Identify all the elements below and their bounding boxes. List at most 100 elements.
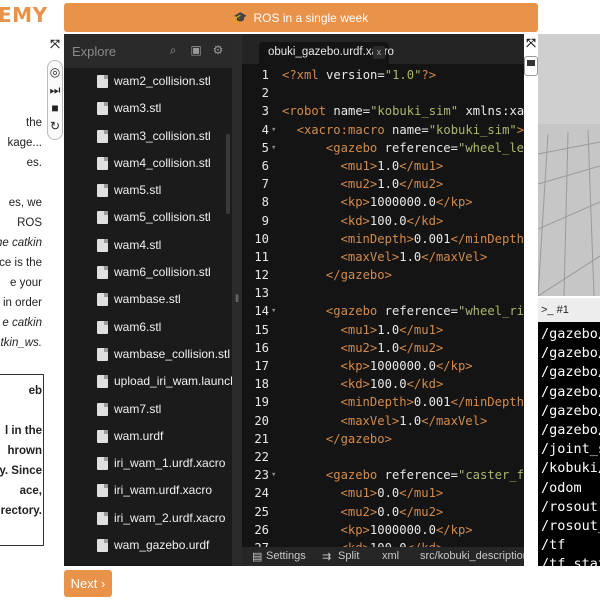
file-item[interactable]: wam6_collision.stl bbox=[64, 259, 232, 286]
line-number: 24 bbox=[254, 486, 269, 501]
course-title-banner[interactable]: 🎓 ROS in a single week bbox=[64, 3, 538, 32]
file-item[interactable]: iri_wam_2.urdf.xacro bbox=[64, 505, 232, 532]
lesson-text-line: es, we bbox=[8, 197, 42, 209]
terminal[interactable]: >_ #1 /gazebo//gazebo//gazebo//gazebo//g… bbox=[538, 298, 600, 566]
code-token: <kd> bbox=[340, 213, 370, 228]
briefcase-icon[interactable]: ▣ bbox=[189, 43, 203, 57]
split-icon[interactable]: ⇉ bbox=[322, 550, 331, 563]
file-icon bbox=[97, 266, 108, 280]
code-text: <robot name="kobuki_sim" xmlns:xacro="ht… bbox=[282, 104, 524, 118]
fold-arrow-icon[interactable]: ▾ bbox=[271, 143, 276, 153]
terminal-line: /gazebo/ bbox=[541, 364, 600, 381]
footer-bar: Next › bbox=[0, 566, 600, 600]
lesson-text-line: e catkin bbox=[2, 317, 42, 329]
file-icon bbox=[97, 238, 108, 252]
file-name: upload_iri_wam.launch bbox=[114, 374, 232, 389]
file-icon bbox=[97, 457, 108, 471]
stop-icon[interactable]: ■ bbox=[48, 101, 62, 115]
code-token: xmlns:xacro= bbox=[465, 104, 524, 119]
terminal-tab[interactable]: >_ #1 bbox=[541, 304, 569, 316]
next-button[interactable]: Next › bbox=[64, 570, 112, 597]
drag-handle-icon[interactable]: ‖ bbox=[235, 295, 239, 310]
panel-divider[interactable]: ‖ bbox=[232, 34, 242, 566]
line-number: 23 bbox=[254, 468, 269, 483]
code-token: <mu1> bbox=[340, 486, 378, 501]
code-line: 11 <maxVel>1.0</maxVel> bbox=[242, 249, 524, 267]
file-item[interactable]: wam5.stl bbox=[64, 177, 232, 204]
simulation-viewport[interactable] bbox=[538, 34, 600, 296]
editor-tab[interactable]: obuki_gazebo.urdf.xacro x bbox=[259, 42, 394, 64]
file-path: src/kobuki_description/urdf/kobuki_gazeb… bbox=[420, 550, 524, 562]
file-item[interactable]: wam4_collision.stl bbox=[64, 150, 232, 177]
code-token: 1.0 bbox=[377, 322, 400, 337]
file-item[interactable]: wam4.stl bbox=[64, 232, 232, 259]
code-text: </gazebo> bbox=[326, 268, 392, 282]
terminal-line: /rosout_ bbox=[541, 517, 600, 534]
settings-button[interactable]: Settings bbox=[266, 550, 306, 562]
file-icon bbox=[97, 320, 108, 334]
code-line: 10 <minDepth>0.001</minDepth> bbox=[242, 231, 524, 249]
file-item[interactable]: wam_gazebo.urdf bbox=[64, 532, 232, 559]
file-item[interactable]: wam3_collision.stl bbox=[64, 123, 232, 150]
file-name: wam4.stl bbox=[114, 237, 162, 252]
code-text: <gazebo reference="wheel_left_link" bbox=[326, 141, 524, 155]
monitor-icon[interactable] bbox=[524, 56, 538, 76]
file-icon bbox=[97, 211, 108, 225]
fold-arrow-icon[interactable]: ▾ bbox=[271, 470, 276, 480]
close-icon[interactable]: x bbox=[373, 46, 385, 59]
code-token: <mu2> bbox=[340, 340, 378, 355]
code-text: <maxVel>1.0</maxVel> bbox=[341, 250, 488, 264]
file-name: wam7.stl bbox=[114, 401, 162, 416]
file-name: wam6_collision.stl bbox=[114, 265, 211, 280]
eye-slash-icon[interactable]: ◎ bbox=[48, 65, 62, 79]
line-number: 13 bbox=[254, 286, 269, 301]
fullscreen-icon[interactable]: ⤧ bbox=[48, 37, 62, 51]
code-line: 22 bbox=[242, 449, 524, 467]
settings-icon[interactable]: ▤ bbox=[252, 550, 262, 563]
file-item[interactable]: iri_wam_1.urdf.xacro bbox=[64, 450, 232, 477]
file-icon bbox=[97, 347, 108, 361]
file-item[interactable]: wam3.stl bbox=[64, 95, 232, 122]
language-mode[interactable]: xml bbox=[382, 550, 399, 562]
file-item[interactable]: iri_wam.urdf.xacro bbox=[64, 477, 232, 504]
step-forward-icon[interactable]: ⏭ bbox=[48, 83, 62, 97]
gear-icon[interactable]: ⚙ bbox=[211, 43, 225, 57]
code-line: 24 <mu1>0.0</mu1> bbox=[242, 485, 524, 503]
logo[interactable]: EMY bbox=[0, 3, 48, 27]
file-icon bbox=[97, 511, 108, 525]
graduation-cap-icon: 🎓 bbox=[233, 12, 248, 24]
file-name: wam5.stl bbox=[114, 183, 162, 198]
code-token: 1.0 bbox=[399, 413, 422, 428]
file-icon bbox=[97, 75, 108, 88]
code-token: 0.0 bbox=[377, 504, 400, 519]
code-line: 7 <mu2>1.0</mu2> bbox=[242, 176, 524, 194]
file-item[interactable]: wam7.stl bbox=[64, 396, 232, 423]
file-item[interactable]: wam5_collision.stl bbox=[64, 204, 232, 231]
file-item[interactable]: wam6.stl bbox=[64, 314, 232, 341]
file-name: iri_wam_2.urdf.xacro bbox=[114, 510, 226, 525]
explorer-scrollbar[interactable] bbox=[226, 134, 230, 214]
fold-arrow-icon[interactable]: ▾ bbox=[271, 125, 276, 135]
terminal-line: /tf bbox=[541, 537, 566, 554]
file-icon bbox=[97, 102, 108, 116]
code-text: <mu1>1.0</mu1> bbox=[341, 159, 444, 173]
split-button[interactable]: Split bbox=[338, 550, 359, 562]
file-icon bbox=[97, 429, 108, 443]
fullscreen-icon[interactable]: ⤧ bbox=[524, 36, 538, 50]
code-area[interactable]: 1 <?xml version="1.0"?> 2 3 <robot name="kob… bbox=[242, 67, 524, 555]
file-item[interactable]: wambase.stl bbox=[64, 286, 232, 313]
file-name: wam3_collision.stl bbox=[114, 128, 211, 143]
file-item[interactable]: wam2_collision.stl bbox=[64, 68, 232, 95]
lesson-text-line: ROS bbox=[17, 217, 42, 229]
search-icon[interactable]: ⌕ bbox=[166, 43, 180, 57]
line-number: 22 bbox=[254, 449, 269, 464]
code-token: <kd> bbox=[340, 377, 370, 392]
file-item[interactable]: upload_iri_wam.launch bbox=[64, 368, 232, 395]
refresh-icon[interactable]: ↻ bbox=[48, 119, 62, 133]
file-item[interactable]: wambase_collision.stl bbox=[64, 341, 232, 368]
fold-arrow-icon[interactable]: ▾ bbox=[271, 306, 276, 316]
code-line: 21 </gazebo> bbox=[242, 431, 524, 449]
file-icon bbox=[97, 402, 108, 416]
terminal-line: /rosout bbox=[541, 498, 598, 515]
file-item[interactable]: wam.urdf bbox=[64, 423, 232, 450]
